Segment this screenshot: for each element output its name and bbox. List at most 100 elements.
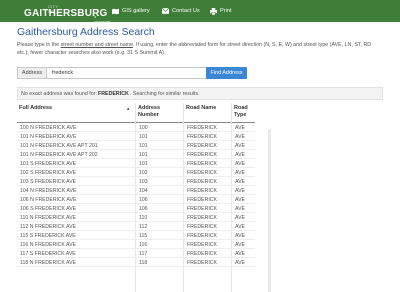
cell-road-type: AVE — [235, 259, 245, 266]
cell-full-address: 106 N FREDERICK AVE — [20, 196, 77, 203]
cell-road-name: FREDERICK — [187, 142, 217, 149]
table-row[interactable]: 101 S FREDERICK AVE 101 FREDERICK AVE — [17, 159, 255, 168]
table-row[interactable]: 104 N FREDERICK AVE 104 FREDERICK AVE — [17, 186, 255, 195]
cell-full-address: 103 S FREDERICK AVE — [20, 178, 77, 185]
instructions-text-1: Please type in the — [17, 42, 61, 48]
table-header: Full Address ▲ Address Number Road Name … — [17, 103, 255, 123]
cell-full-address: 102 S FREDERICK AVE — [20, 169, 77, 176]
cell-road-type: AVE — [235, 133, 245, 140]
cell-road-type: AVE — [235, 151, 245, 158]
cell-address-number: 101 — [139, 151, 148, 158]
cell-address-number: 106 — [139, 196, 148, 203]
cell-road-name: FREDERICK — [187, 259, 217, 266]
cell-road-type: AVE — [235, 214, 245, 221]
table-row[interactable]: 101 N FREDERICK AVE APT 201 101 FREDERICK A… — [17, 141, 255, 150]
cell-road-name: FREDERICK — [187, 169, 217, 176]
table-row[interactable]: 112 N FREDERICK AVE 112 FREDERICK AVE — [17, 222, 255, 231]
notice-text-2: . Searching for similar results. — [129, 90, 200, 97]
cell-full-address: 101 N FREDERICK AVE APT 201 — [20, 142, 98, 149]
nav-print[interactable]: Print — [210, 6, 232, 16]
cell-full-address: 116 N FREDERICK AVE — [20, 241, 77, 248]
cell-address-number: 104 — [139, 187, 148, 194]
cell-address-number: 115 — [139, 232, 148, 239]
cell-full-address: 101 S FREDERICK AVE — [20, 160, 77, 167]
cell-road-type: AVE — [235, 241, 245, 248]
find-address-button[interactable]: Find Address — [206, 67, 247, 79]
envelope-icon — [162, 8, 169, 14]
cell-full-address: 110 N FREDERICK AVE — [20, 214, 77, 221]
top-navigation-bar: CITY OF GAITHERSBURG a character counts … — [0, 0, 400, 34]
table-row[interactable]: 117 S FREDERICK AVE 117 FREDERICK AVE — [17, 249, 255, 258]
nav-gis-gallery[interactable]: GIS gallery — [112, 6, 150, 16]
cell-full-address: 112 N FREDERICK AVE — [20, 223, 77, 230]
cell-road-type: AVE — [235, 178, 245, 185]
cell-road-name: FREDERICK — [187, 160, 217, 167]
column-header-full-address-label: Full Address — [19, 105, 53, 111]
cell-road-name: FREDERICK — [187, 196, 217, 203]
table-row[interactable]: 100 N FREDERICK AVE 100 FREDERICK AVE — [17, 123, 255, 132]
cell-address-number: 106 — [139, 205, 148, 212]
column-header-road-name[interactable]: Road Name — [186, 103, 230, 122]
cell-road-name: FREDERICK — [187, 250, 217, 257]
cell-address-number: 103 — [139, 178, 148, 185]
nav-contact-us[interactable]: Contact Us — [162, 6, 200, 16]
cell-full-address: 106 S FREDERICK AVE — [20, 205, 77, 212]
nav-print-label: Print — [220, 8, 232, 14]
search-instructions: Please type in the street number and str… — [17, 41, 383, 57]
cell-full-address: 101 N FREDERICK AVE APT 202 — [20, 151, 98, 158]
table-row[interactable]: 115 S FREDERICK AVE 115 FREDERICK AVE — [17, 231, 255, 240]
table-scrollbar[interactable] — [268, 129, 271, 292]
cell-road-type: AVE — [235, 205, 245, 212]
table-row[interactable]: 106 S FREDERICK AVE 106 FREDERICK AVE — [17, 204, 255, 213]
table-row[interactable]: 116 N FREDERICK AVE 116 FREDERICK AVE — [17, 240, 255, 249]
table-row[interactable]: 101 N FREDERICK AVE 101 FREDERICK AVE — [17, 132, 255, 141]
notice-search-term: FREDERICK — [97, 90, 129, 97]
cell-road-type: AVE — [235, 232, 245, 239]
nav-contact-us-label: Contact Us — [172, 8, 200, 14]
cell-road-name: FREDERICK — [187, 133, 217, 140]
table-row[interactable]: 101 N FREDERICK AVE APT 202 101 FREDERICK A… — [17, 150, 255, 159]
map-icon — [112, 8, 119, 14]
cell-road-type: AVE — [235, 160, 245, 167]
page-title: Gaithersburg Address Search — [17, 26, 155, 38]
table-row[interactable]: 110 N FREDERICK AVE 110 FREDERICK AVE — [17, 213, 255, 222]
column-header-road-type[interactable]: Road Type — [234, 103, 255, 122]
cell-road-name: FREDERICK — [187, 223, 217, 230]
cell-road-type: AVE — [235, 250, 245, 257]
table-row[interactable]: 106 N FREDERICK AVE 106 FREDERICK AVE — [17, 195, 255, 204]
cell-road-type: AVE — [235, 124, 245, 131]
cell-full-address: 115 S FREDERICK AVE — [20, 232, 76, 239]
cell-full-address: 104 N FREDERICK AVE — [20, 187, 77, 194]
instructions-link[interactable]: street number and street name — [61, 42, 133, 48]
cell-address-number: 116 — [139, 241, 148, 248]
column-header-full-address[interactable]: Full Address ▲ — [19, 103, 134, 122]
cell-address-number: 101 — [139, 133, 148, 140]
table-row[interactable]: 102 S FREDERICK AVE 102 FREDERICK AVE — [17, 168, 255, 177]
table-row[interactable]: 103 S FREDERICK AVE 103 FREDERICK AVE — [17, 177, 255, 186]
cell-road-name: FREDERICK — [187, 232, 217, 239]
cell-road-type: AVE — [235, 223, 245, 230]
cell-address-number: 100 — [139, 124, 148, 131]
cell-full-address: 118 N FREDERICK AVE — [20, 259, 77, 266]
cell-road-name: FREDERICK — [187, 214, 217, 221]
cell-address-number: 117 — [139, 250, 148, 257]
cell-road-type: AVE — [235, 187, 245, 194]
sort-ascending-icon: ▲ — [126, 106, 131, 111]
search-notice: No exact address was found for: FREDERIC… — [17, 87, 383, 100]
cell-road-name: FREDERICK — [187, 124, 217, 131]
cell-road-name: FREDERICK — [187, 241, 217, 248]
cell-full-address: 100 N FREDERICK AVE — [20, 124, 77, 131]
nav-gis-gallery-label: GIS gallery — [122, 8, 150, 14]
cell-address-number: 101 — [139, 142, 148, 149]
address-field-label: Address — [17, 67, 47, 79]
cell-road-name: FREDERICK — [187, 178, 217, 185]
cell-address-number: 101 — [139, 160, 148, 167]
printer-icon — [210, 7, 217, 15]
cell-full-address: 101 N FREDERICK AVE — [20, 133, 77, 140]
cell-road-type: AVE — [235, 169, 245, 176]
cell-road-name: FREDERICK — [187, 187, 217, 194]
address-search-input[interactable]: frederick — [47, 67, 215, 79]
column-header-address-number[interactable]: Address Number — [138, 103, 182, 122]
cell-address-number: 110 — [139, 214, 148, 221]
notice-text-1: No exact address was found for: — [21, 90, 97, 97]
